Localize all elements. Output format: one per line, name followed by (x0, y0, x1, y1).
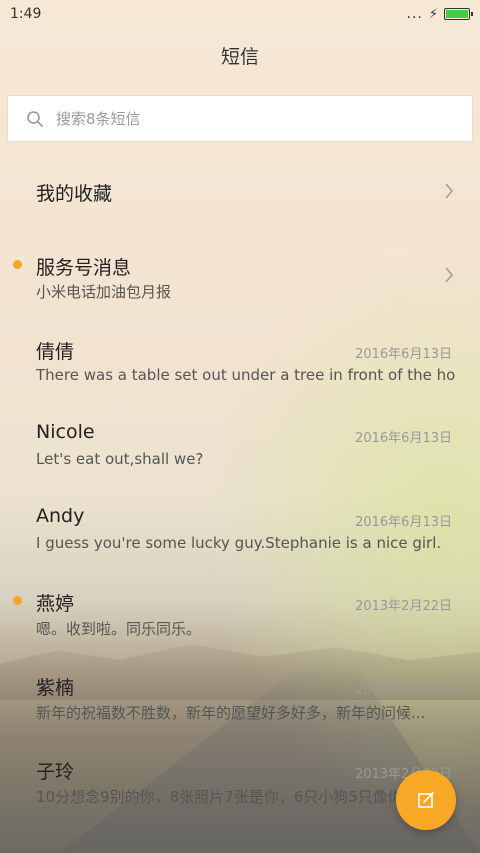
thread-preview: I guess you're some lucky guy.Stephanie … (36, 534, 442, 552)
thread-name: 紫楠 (36, 677, 75, 699)
thread-name: Andy (36, 505, 85, 527)
thread-row[interactable]: Nicole 2016年6月13日 Let's eat out,shall we… (0, 416, 480, 480)
chevron-right-icon (445, 183, 453, 199)
page-title: 短信 (220, 46, 259, 68)
thread-preview: There was a table set out under a tree i… (36, 366, 456, 384)
search-placeholder: 搜索8条短信 (56, 110, 141, 128)
thread-date: 2016年6月13日 (355, 347, 452, 362)
thread-date: 2013年2月22日 (355, 599, 452, 614)
unread-dot (13, 260, 22, 269)
service-messages-row[interactable]: 服务号消息 小米电话加油包月报 (0, 248, 480, 308)
thread-row[interactable]: Andy 2016年6月13日 I guess you're some luck… (0, 500, 480, 564)
status-indicators: ... ⚡ (406, 6, 473, 22)
battery-icon (444, 8, 473, 20)
compose-button[interactable] (396, 770, 456, 830)
unread-dot (13, 596, 22, 605)
thread-preview: 新年的祝福数不胜数，新年的愿望好多好多，新年的问候... (36, 704, 426, 722)
favorites-label: 我的收藏 (36, 183, 113, 205)
chevron-right-icon (445, 267, 453, 283)
status-time: 1:49 (10, 6, 42, 22)
thread-row[interactable]: 紫楠 2013年2月22日 新年的祝福数不胜数，新年的愿望好多好多，新年的问候.… (0, 668, 480, 732)
thread-preview: 小米电话加油包月报 (36, 283, 172, 301)
thread-row[interactable]: 倩倩 2016年6月13日 There was a table set out … (0, 332, 480, 396)
signal-dots: ... (406, 6, 423, 22)
thread-preview: 10分想念9别的你，8张照片7张是你，6只小狗5只像你... (36, 788, 418, 806)
thread-preview: 嗯。收到啦。同乐同乐。 (36, 620, 202, 638)
thread-name: 倩倩 (36, 341, 75, 363)
thread-name: Nicole (36, 421, 95, 443)
search-icon (27, 110, 43, 127)
thread-name: 服务号消息 (36, 257, 132, 279)
compose-icon (418, 792, 434, 808)
thread-row[interactable]: 燕婷 2013年2月22日 嗯。收到啦。同乐同乐。 (0, 584, 480, 648)
thread-name: 燕婷 (36, 593, 75, 615)
search-bar[interactable]: 搜索8条短信 (8, 96, 472, 141)
thread-date: 2016年6月13日 (355, 515, 452, 530)
status-bar: 1:49 ... ⚡ (0, 0, 480, 28)
thread-preview: Let's eat out,shall we? (36, 450, 204, 468)
thread-name: 子玲 (36, 761, 75, 783)
favorites-row[interactable]: 我的收藏 (0, 168, 480, 228)
charging-icon: ⚡ (428, 6, 438, 22)
thread-date: 2016年6月13日 (355, 431, 452, 446)
thread-date: 2013年2月22日 (355, 683, 452, 698)
